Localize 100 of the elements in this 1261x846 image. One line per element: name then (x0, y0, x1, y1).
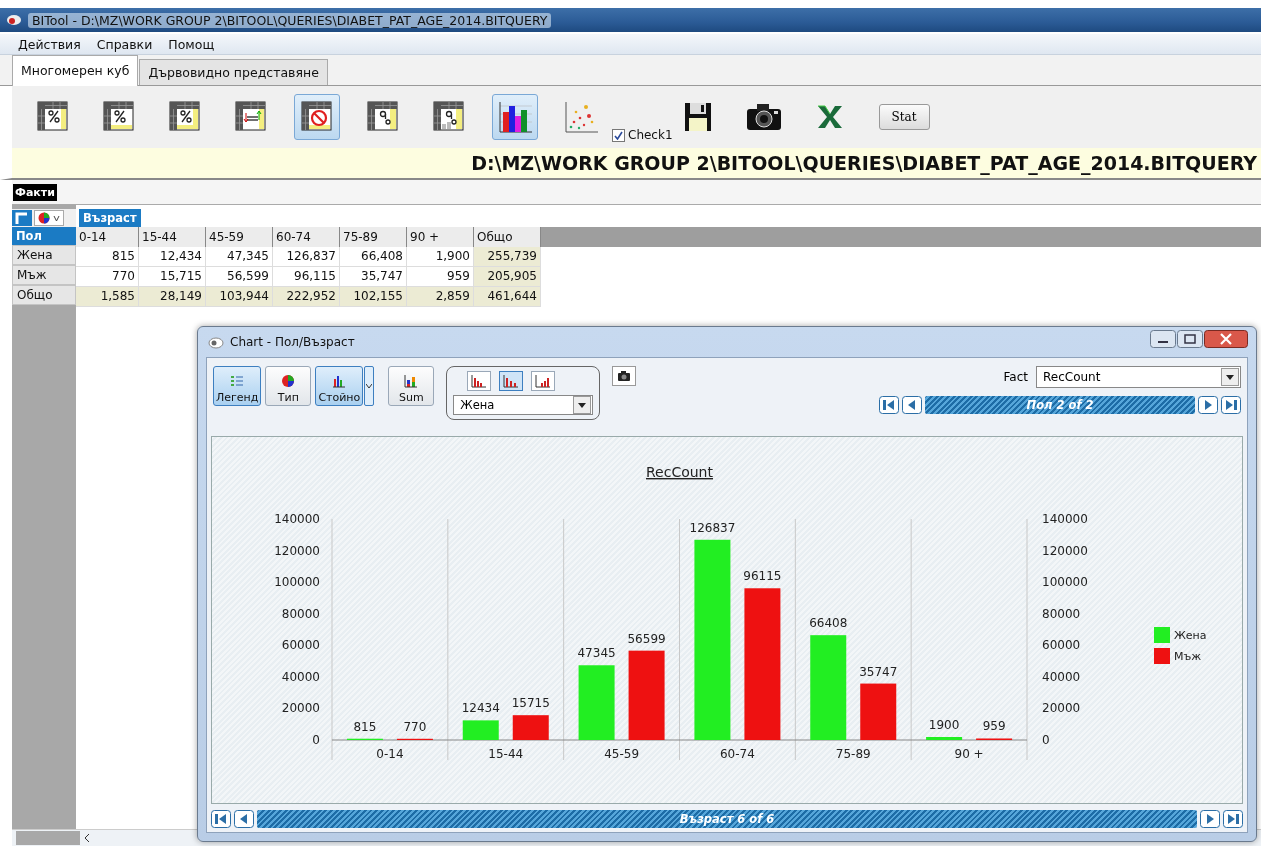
view-button[interactable]: Легенд (213, 366, 262, 406)
table-cell: 770 (76, 267, 139, 287)
data-label: 35747 (859, 664, 898, 679)
y-tick-label: 120000 (1042, 543, 1088, 558)
first-page-icon[interactable] (211, 810, 231, 828)
list-icon (230, 374, 245, 388)
maximize-icon[interactable] (1177, 330, 1203, 348)
data-label: 959 (982, 719, 1006, 734)
chart-type-button[interactable] (531, 371, 556, 391)
y-tick-label: 100000 (1042, 575, 1088, 590)
x-tick-label: 15-44 (488, 747, 524, 761)
series-select[interactable]: Жена (453, 395, 594, 415)
table-cell: 255,739 (474, 247, 541, 267)
column-dimension-chip[interactable]: Възраст (79, 209, 141, 227)
y-tick-label: 40000 (1042, 669, 1081, 684)
last-page-icon[interactable] (1223, 810, 1243, 828)
check1-checkbox[interactable]: Check1 (612, 128, 673, 142)
view-button[interactable]: Стойно (315, 366, 364, 406)
data-label: 96115 (743, 569, 782, 584)
table-cell: 461,644 (474, 287, 541, 307)
grid-icon (300, 100, 334, 134)
last-page-icon[interactable] (1221, 396, 1241, 414)
chart-type-button[interactable] (467, 371, 492, 391)
tab[interactable]: Дървовидно представяне (139, 59, 328, 85)
y-tick-label: 0 (1042, 733, 1050, 747)
query-path: D:\MZ\WORK GROUP 2\BITOOL\QUERIES\DIABET_PAT_AGE_2014.BITQUERY (471, 152, 1257, 174)
grid-icon (234, 100, 268, 134)
x-tick-label: 0-14 (376, 747, 404, 761)
table-cell: 15,715 (139, 267, 206, 287)
bar (860, 683, 897, 740)
column-header: 0-14 (76, 227, 139, 247)
pivot-corner-icon[interactable] (12, 210, 32, 226)
table-cell: 959 (407, 267, 474, 287)
column-header: 75-89 (340, 227, 407, 247)
minimize-icon[interactable] (1150, 330, 1176, 348)
grid-icon (36, 100, 70, 134)
table-cell: 1,585 (76, 287, 139, 307)
bar-chart-icon (471, 374, 488, 388)
column-header: 60-74 (273, 227, 340, 247)
previous-page-icon[interactable] (234, 810, 254, 828)
table-cell: 103,944 (206, 287, 273, 307)
app-icon (6, 14, 22, 26)
table-cell: 66,408 (340, 247, 407, 267)
tab[interactable]: Многомерен куб (12, 55, 139, 86)
fact-select[interactable]: RecCount (1036, 366, 1241, 388)
facts-label: Факти (13, 183, 57, 201)
y-tick-label: 0 (312, 733, 320, 747)
window-title: Chart - Пол/Възраст (230, 335, 355, 349)
data-label: 15715 (511, 696, 550, 711)
dropdown-arrow-icon (1226, 374, 1234, 380)
row-dimension-chip[interactable]: Пол (12, 227, 76, 245)
y-tick-label: 140000 (1042, 512, 1088, 526)
menu-item[interactable]: Помощ (162, 36, 221, 52)
first-page-icon[interactable] (879, 396, 899, 414)
close-icon[interactable] (1204, 330, 1248, 348)
y-tick-label: 20000 (281, 701, 320, 716)
stat-button[interactable]: Stat (878, 104, 930, 130)
view-button[interactable]: Тип (265, 366, 312, 406)
next-page-icon[interactable] (1198, 396, 1218, 414)
toolbar-button[interactable] (492, 94, 538, 140)
data-label: 66408 (809, 616, 848, 631)
grid-icon (102, 100, 136, 134)
chart-type-button[interactable] (499, 371, 524, 391)
view-button[interactable]: Sum (388, 366, 435, 406)
row-header: Жена (12, 245, 76, 265)
y-tick-label: 120000 (274, 543, 320, 558)
row-header: Мъж (12, 265, 76, 285)
toolbar-button[interactable] (294, 94, 340, 140)
fact-label: Fact (1003, 370, 1028, 384)
navigator-bar[interactable]: Пол 2 of 2 (925, 396, 1195, 414)
y-tick-label: 100000 (274, 575, 320, 590)
x-tick-label: 45-59 (604, 747, 639, 761)
select-value: Жена (460, 398, 495, 412)
window-title: BITool - D:\MZ\WORK GROUP 2\BITOOL\QUERIES\DIABET_PAT_AGE_2014.BITQUERY (28, 12, 552, 28)
camera-icon (617, 370, 632, 382)
y-tick-label: 60000 (1042, 638, 1081, 653)
y-tick-label: 20000 (1042, 701, 1081, 716)
checkmark-icon (614, 130, 623, 140)
column-header: 45-59 (206, 227, 273, 247)
column-header: Общо (474, 227, 541, 247)
table-cell: 222,952 (273, 287, 340, 307)
bar (512, 715, 549, 740)
dropdown-button[interactable] (364, 366, 375, 406)
menu-item[interactable]: Справки (90, 36, 159, 52)
previous-page-icon[interactable] (902, 396, 922, 414)
next-page-icon[interactable] (1200, 810, 1220, 828)
grid-icon (432, 100, 466, 134)
bar-chart-icon (332, 374, 347, 388)
data-label: 1900 (928, 718, 960, 732)
bar-chart-icon (503, 374, 520, 388)
chart-menu-icon[interactable] (34, 210, 64, 226)
y-tick-label: 80000 (1042, 606, 1081, 621)
camera-button[interactable] (612, 366, 637, 386)
bar-chart-icon (535, 374, 552, 388)
table-cell: 205,905 (474, 267, 541, 287)
data-label: 126837 (689, 520, 736, 535)
select-value: RecCount (1043, 370, 1101, 384)
menu-item[interactable]: Действия (12, 36, 87, 52)
data-label: 12434 (461, 701, 500, 716)
table-cell: 96,115 (273, 267, 340, 287)
